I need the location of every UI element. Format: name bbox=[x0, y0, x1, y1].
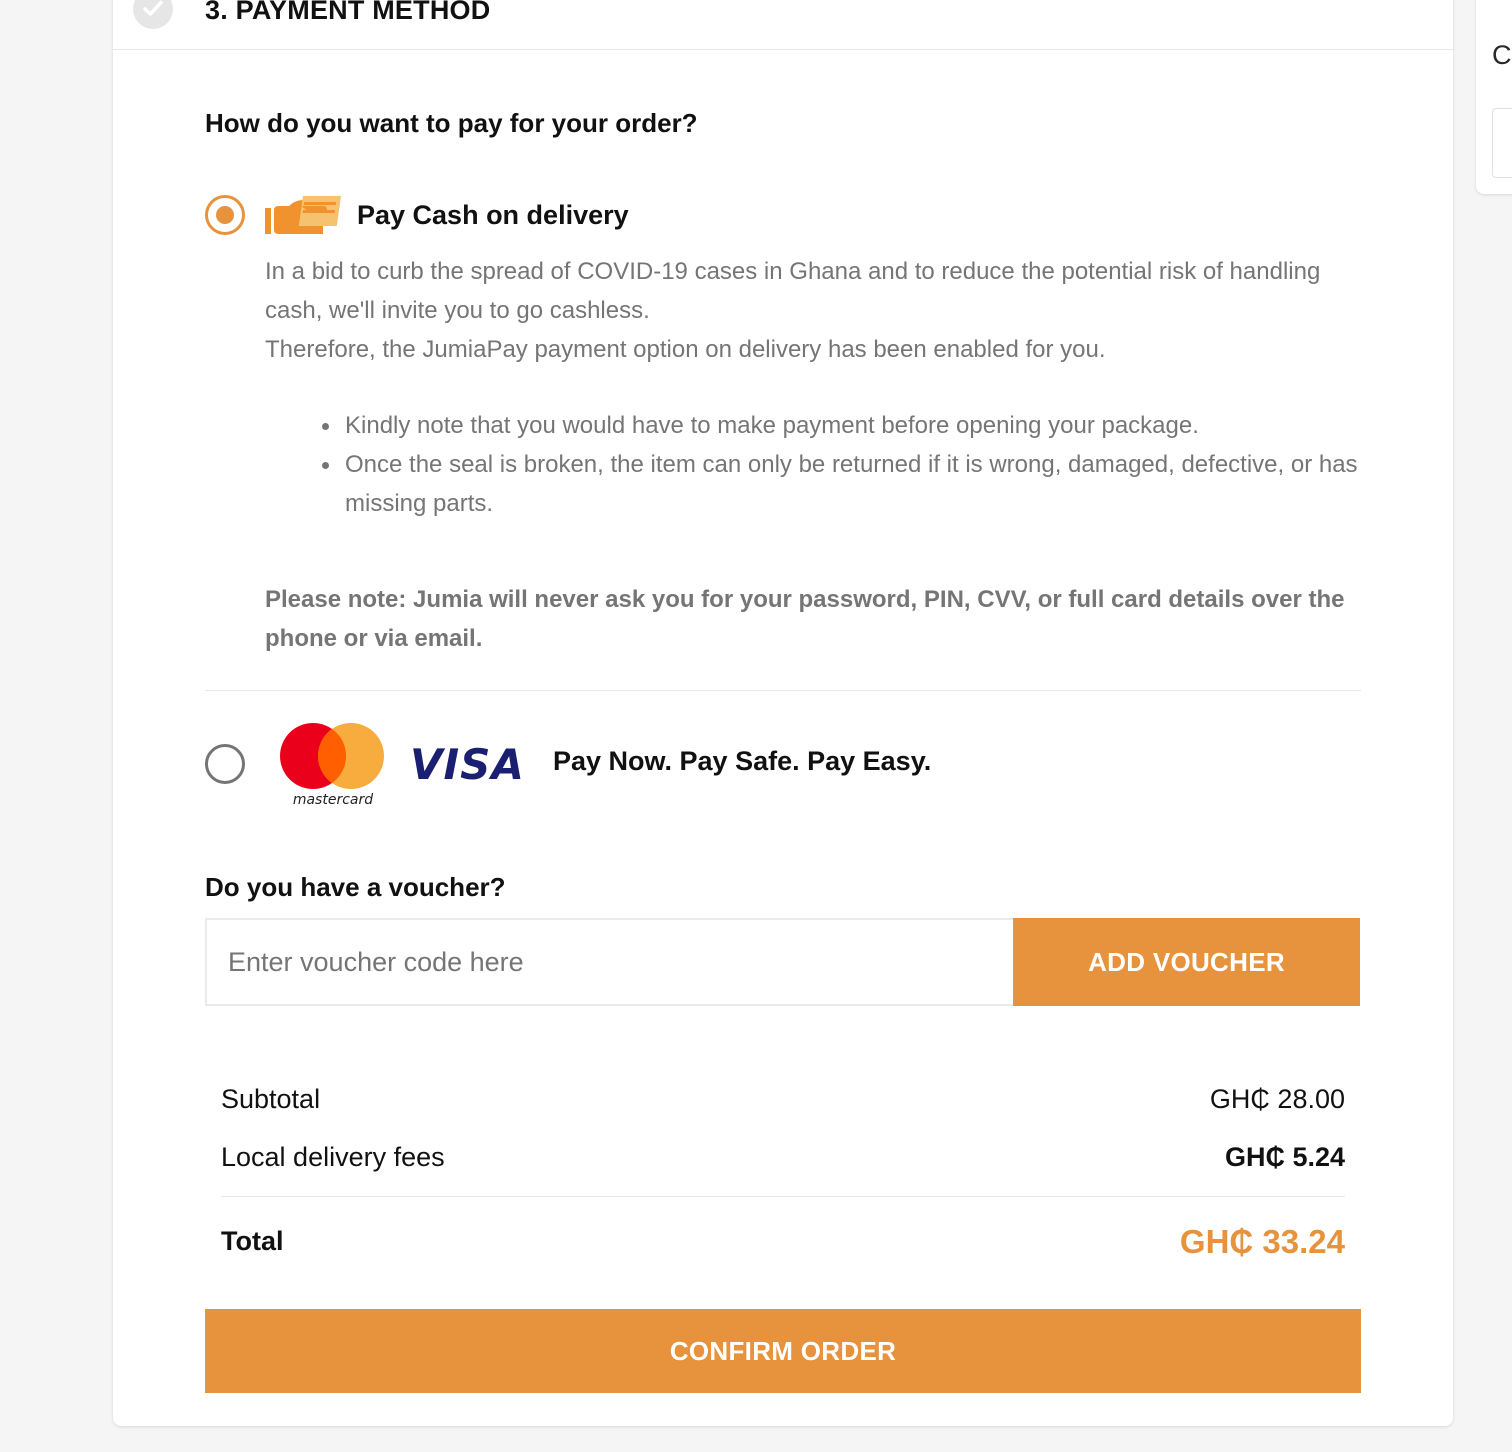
card-payment-label[interactable]: Pay Now. Pay Safe. Pay Easy. bbox=[553, 746, 931, 777]
side-summary-card: C bbox=[1476, 0, 1512, 194]
cash-on-delivery-radio[interactable] bbox=[205, 195, 245, 235]
confirm-order-button[interactable]: CONFIRM ORDER bbox=[205, 1309, 1361, 1393]
voucher-code-input[interactable] bbox=[205, 918, 1013, 1006]
payment-question: How do you want to pay for your order? bbox=[205, 108, 698, 138]
mastercard-text: mastercard bbox=[293, 792, 373, 808]
card-payment-radio[interactable] bbox=[205, 744, 245, 784]
cash-on-delivery-label[interactable]: Pay Cash on delivery bbox=[357, 200, 629, 231]
add-voucher-button[interactable]: ADD VOUCHER bbox=[1013, 918, 1360, 1006]
voucher-question: Do you have a voucher? bbox=[205, 872, 506, 902]
step-header: 3. PAYMENT METHOD bbox=[113, 0, 1453, 50]
total-label: Total bbox=[221, 1226, 284, 1256]
payment-method-card: 3. PAYMENT METHOD How do you want to pay… bbox=[113, 0, 1453, 1426]
option-divider bbox=[205, 690, 1361, 691]
delivery-fee-label: Local delivery fees bbox=[221, 1142, 445, 1172]
security-note: Please note: Jumia will never ask you fo… bbox=[265, 586, 1345, 652]
cash-description-line: Therefore, the JumiaPay payment option o… bbox=[265, 336, 1106, 363]
visa-logo-icon: VISA bbox=[410, 740, 525, 789]
cash-description-line: In a bid to curb the spread of COVID-19 … bbox=[265, 258, 1321, 324]
step-check-icon bbox=[133, 0, 173, 29]
cash-hand-icon bbox=[265, 196, 343, 241]
step-title: 3. PAYMENT METHOD bbox=[205, 0, 491, 25]
side-card-box[interactable] bbox=[1492, 108, 1512, 178]
summary-divider bbox=[221, 1196, 1345, 1197]
delivery-fee-value: GH₵ 5.24 bbox=[1224, 1142, 1345, 1172]
total-value: GH₵ 33.24 bbox=[1179, 1223, 1345, 1260]
cash-notes-list: Kindly note that you would have to make … bbox=[322, 406, 1385, 523]
list-item: Kindly note that you would have to make … bbox=[322, 406, 1385, 445]
mastercard-logo-icon: mastercard bbox=[279, 722, 387, 813]
list-item: Once the seal is broken, the item can on… bbox=[322, 445, 1385, 523]
subtotal-label: Subtotal bbox=[221, 1084, 321, 1114]
side-card-text: C bbox=[1492, 40, 1512, 70]
subtotal-value: GH₵ 28.00 bbox=[1209, 1084, 1345, 1114]
cash-description: In a bid to curb the spread of COVID-19 … bbox=[265, 252, 1365, 369]
